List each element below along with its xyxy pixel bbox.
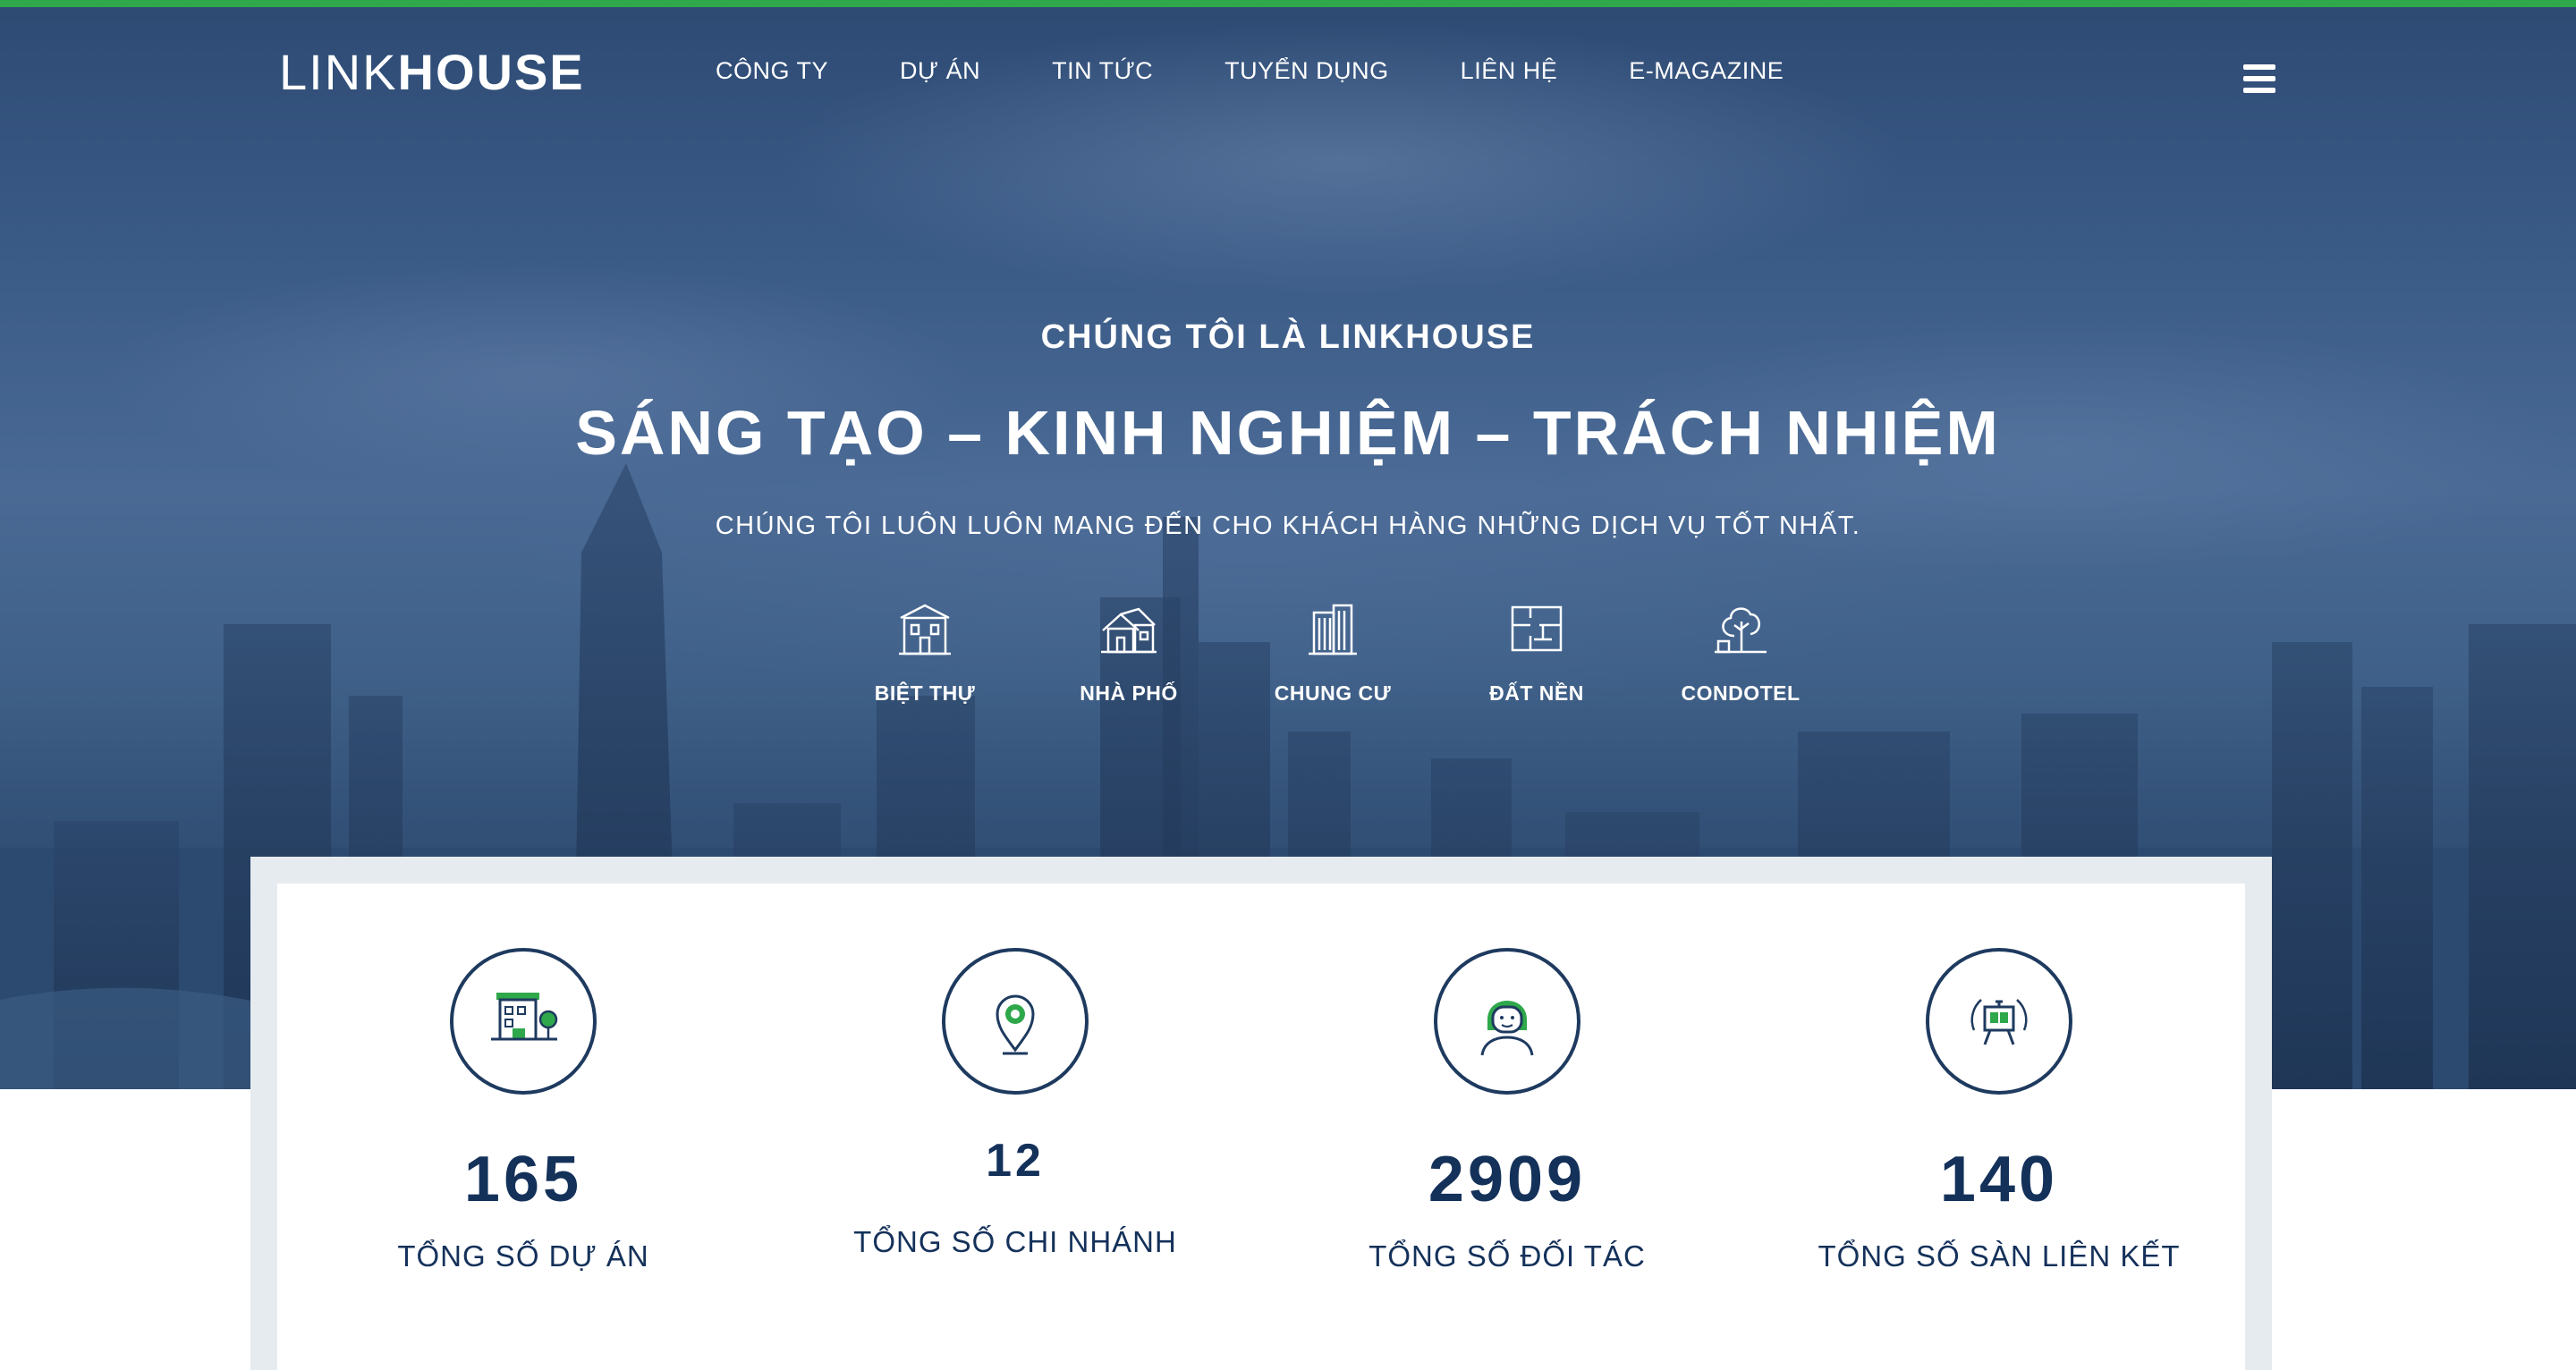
stat-value: 165 <box>463 1144 583 1215</box>
stat-partners: 2909 TỔNG SỐ ĐỐI TÁC <box>1261 884 1753 1370</box>
hero-subline: CHÚNG TÔI LUÔN LUÔN MANG ĐẾN CHO KHÁCH H… <box>715 512 1861 540</box>
stats-panel: 165 TỔNG SỐ DỰ ÁN 12 TỔNG SỐ CHI NHÁNH 2… <box>250 857 2272 1370</box>
stat-label: TỔNG SỐ CHI NHÁNH <box>853 1225 1177 1258</box>
stat-value: 140 <box>1939 1144 2059 1215</box>
townhouse-icon <box>1097 597 1161 662</box>
stat-label: TỔNG SỐ ĐỐI TÁC <box>1368 1239 1646 1273</box>
category-condotel[interactable]: CONDOTEL <box>1639 597 1843 706</box>
category-label: ĐẤT NỀN <box>1489 681 1584 705</box>
nav-item-du-an[interactable]: DỰ ÁN <box>900 57 980 85</box>
stat-label: TỔNG SỐ SÀN LIÊN KẾT <box>1818 1239 2181 1273</box>
stat-linked-exchanges: 140 TỔNG SỐ SÀN LIÊN KẾT <box>1753 884 2245 1370</box>
stat-value: 2909 <box>1428 1144 1587 1215</box>
stat-projects: 165 TỔNG SỐ DỰ ÁN <box>277 884 769 1370</box>
nav-item-tuyen-dung[interactable]: TUYỂN DỤNG <box>1224 57 1389 85</box>
category-nha-pho[interactable]: NHÀ PHỐ <box>1027 597 1231 706</box>
partner-person-icon <box>1434 948 1580 1095</box>
stat-label: TỔNG SỐ DỰ ÁN <box>397 1239 649 1273</box>
stats-card: 165 TỔNG SỐ DỰ ÁN 12 TỔNG SỐ CHI NHÁNH 2… <box>277 884 2245 1370</box>
building-tree-icon <box>450 948 597 1095</box>
location-pin-icon <box>942 948 1089 1095</box>
nav-item-tin-tuc[interactable]: TIN TỨC <box>1052 57 1153 85</box>
category-label: BIỆT THỰ <box>874 681 976 705</box>
condotel-icon <box>1708 597 1773 662</box>
property-categories: BIỆT THỰ NHÀ PHỐ CHUNG CƯ ĐẤT NỀN CONDOT… <box>823 597 1843 706</box>
nav-item-e-magazine[interactable]: E-MAGAZINE <box>1629 57 1784 85</box>
stat-branches: 12 TỔNG SỐ CHI NHÁNH <box>769 884 1261 1370</box>
villa-icon <box>893 597 957 662</box>
top-accent-bar <box>0 0 2576 7</box>
logo-text-bold: HOUSE <box>397 43 585 100</box>
category-chung-cu[interactable]: CHUNG CƯ <box>1231 597 1435 706</box>
stat-value: 12 <box>986 1135 1045 1187</box>
category-label: CHUNG CƯ <box>1274 681 1392 705</box>
nav-item-lien-he[interactable]: LIÊN HỆ <box>1461 57 1558 85</box>
apartment-icon <box>1301 597 1365 662</box>
hero-eyebrow: CHÚNG TÔI LÀ LINKHOUSE <box>1040 318 1536 356</box>
category-label: CONDOTEL <box>1681 681 1801 705</box>
category-label: NHÀ PHỐ <box>1080 681 1178 705</box>
category-dat-nen[interactable]: ĐẤT NỀN <box>1435 597 1639 706</box>
top-navbar: LINK HOUSE CÔNG TY DỰ ÁN TIN TỨC TUYỂN DỤ… <box>0 7 2576 132</box>
main-nav: CÔNG TY DỰ ÁN TIN TỨC TUYỂN DỤNG LIÊN HỆ… <box>716 57 1855 85</box>
hamburger-icon[interactable] <box>2243 64 2279 93</box>
nav-item-cong-ty[interactable]: CÔNG TY <box>716 57 828 85</box>
logo-text-light: LINK <box>279 43 398 100</box>
presentation-icon <box>1926 948 2072 1095</box>
hero-headline: SÁNG TẠO – KINH NGHIỆM – TRÁCH NHIỆM <box>575 398 2001 468</box>
category-biet-thu[interactable]: BIỆT THỰ <box>823 597 1027 706</box>
linkhouse-logo[interactable]: LINK HOUSE <box>279 43 585 100</box>
land-plot-icon <box>1504 597 1569 662</box>
